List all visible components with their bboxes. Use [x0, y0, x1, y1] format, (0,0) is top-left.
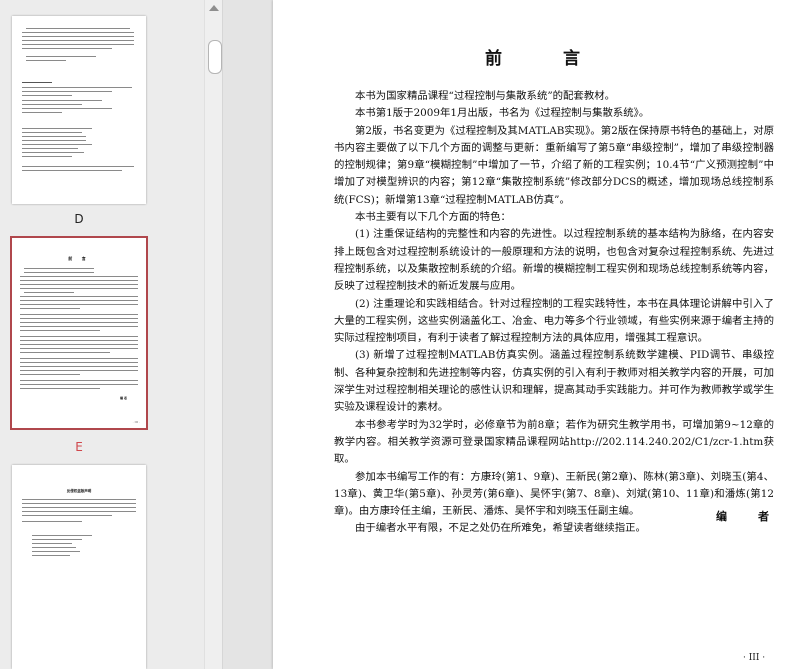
page-title: 前 言	[485, 49, 602, 69]
thumbnail-mini-title: 前 言	[68, 256, 90, 261]
paragraph: 参加本书编写工作的有：方康玲(第1、9章)、王新民(第2章)、陈林(第3章)、刘…	[334, 470, 774, 518]
paragraph: (2) 注重理论和实践相结合。针对过程控制的工程实践特性，本书在具体理论讲解中引…	[334, 297, 774, 345]
thumbnail-mini-signature: 编 者	[120, 396, 128, 400]
thumbnail-mini-page-number: · III ·	[132, 420, 140, 424]
thumbnail-label-e: E	[75, 440, 83, 454]
thumbnail-mini-title: 反侵权盗版声明	[66, 489, 92, 493]
thumbnail-label-d: D	[74, 212, 84, 226]
sidebar-scrollbar[interactable]	[204, 0, 222, 669]
paragraph: 第2版，书名变更为《过程控制及其MATLAB实现》。第2版在保持原书特色的基础上…	[334, 124, 774, 206]
paragraph: 本书第1版于2009年1月出版，书名为《过程控制与集散系统》。	[355, 107, 650, 120]
paragraph: (3) 新增了过程控制MATLAB仿真实例。涵盖过程控制系统数学建模、PID调节…	[334, 349, 774, 414]
page-number: · III ·	[743, 653, 766, 663]
viewer-background	[223, 0, 273, 669]
paragraph: 本书主要有以下几个方面的特色：	[355, 211, 511, 224]
scroll-up-arrow-icon[interactable]	[209, 5, 219, 11]
thumbnail-sidebar: D 前 言 编 者 · III · E 反侵权盗版声明	[0, 0, 223, 669]
thumbnail-page-next[interactable]: 反侵权盗版声明	[12, 465, 146, 669]
paragraph: 由于编者水平有限，不足之处仍在所难免，希望读者继续指正。	[355, 522, 646, 535]
thumbnail-page-e[interactable]: 前 言 编 者 · III ·	[10, 236, 148, 430]
preface-body: 本书为国家精品课程“过程控制与集散系统”的配套教材。 本书第1版于2009年1月…	[334, 88, 774, 538]
sidebar-scroll-thumb[interactable]	[208, 40, 222, 74]
thumbnail-page-d[interactable]	[12, 16, 146, 204]
paragraph: (1) 注重保证结构的完整性和内容的先进性。以过程控制系统的基本结构为脉络，在内…	[334, 228, 774, 293]
paragraph: 本书为国家精品课程“过程控制与集散系统”的配套教材。	[355, 90, 615, 102]
signature: 编 者	[716, 510, 779, 523]
paragraph: 本书参考学时为32学时，必修章节为前8章；若作为研究生教学用书，可增加第9~12…	[334, 418, 774, 466]
document-page: 前 言 本书为国家精品课程“过程控制与集散系统”的配套教材。 本书第1版于200…	[273, 0, 792, 669]
